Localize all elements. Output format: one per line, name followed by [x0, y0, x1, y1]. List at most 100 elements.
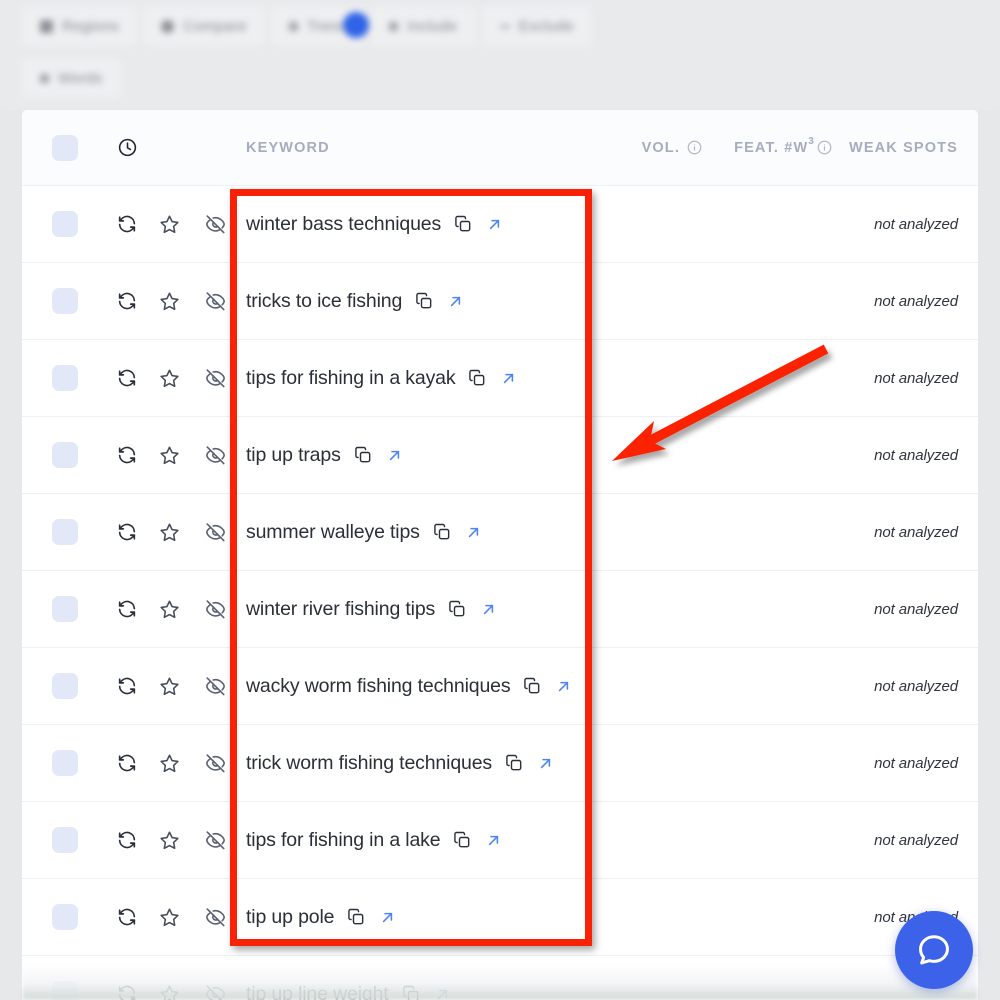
- row-keyword-cell[interactable]: tricks to ice fishing: [246, 263, 606, 339]
- row-favorite-button[interactable]: [144, 186, 194, 262]
- header-clock-column[interactable]: [102, 110, 152, 185]
- row-checkbox[interactable]: [40, 494, 90, 570]
- row-checkbox[interactable]: [40, 802, 90, 878]
- row-keyword-cell[interactable]: tip up line weight: [246, 956, 606, 1000]
- filter-chip-include[interactable]: Include: [371, 6, 475, 46]
- filter-chip-words[interactable]: Words: [22, 58, 121, 98]
- row-keyword-cell[interactable]: summer walleye tips: [246, 494, 606, 570]
- copy-icon[interactable]: [401, 984, 421, 1000]
- refresh-icon: [116, 752, 138, 774]
- copy-icon[interactable]: [414, 291, 434, 311]
- row-favorite-button[interactable]: [144, 725, 194, 801]
- table-row[interactable]: trick worm fishing techniquesnot analyze…: [22, 725, 978, 802]
- row-hide-button[interactable]: [190, 648, 240, 724]
- row-feat-cell: [692, 263, 832, 339]
- row-weak-spots-cell: not analyzed: [822, 340, 958, 416]
- external-link-icon[interactable]: [465, 524, 482, 541]
- table-row[interactable]: tip up polenot analyzed: [22, 879, 978, 956]
- row-favorite-button[interactable]: [144, 417, 194, 493]
- row-checkbox[interactable]: [40, 956, 90, 1000]
- row-keyword-cell[interactable]: winter river fishing tips: [246, 571, 606, 647]
- row-keyword-cell[interactable]: winter bass techniques: [246, 186, 606, 262]
- row-favorite-button[interactable]: [144, 340, 194, 416]
- chat-support-button[interactable]: [895, 911, 973, 989]
- row-feat-cell: [692, 417, 832, 493]
- keyword-text: tips for fishing in a lake: [246, 829, 440, 852]
- header-vol[interactable]: VOL.: [582, 110, 702, 185]
- copy-icon[interactable]: [452, 830, 472, 850]
- external-link-icon[interactable]: [386, 447, 403, 464]
- row-hide-button[interactable]: [190, 494, 240, 570]
- row-favorite-button[interactable]: [144, 879, 194, 955]
- filter-chip-trend[interactable]: Trend: [271, 6, 365, 46]
- copy-icon[interactable]: [453, 214, 473, 234]
- table-row[interactable]: winter bass techniquesnot analyzed: [22, 186, 978, 263]
- external-link-icon[interactable]: [500, 370, 517, 387]
- header-keyword[interactable]: KEYWORD: [246, 110, 546, 185]
- refresh-icon: [116, 675, 138, 697]
- filter-toolbar-row-1: Regions Compare Trend Include Exclude: [0, 0, 1000, 52]
- row-favorite-button[interactable]: [144, 494, 194, 570]
- copy-icon[interactable]: [346, 907, 366, 927]
- table-row[interactable]: winter river fishing tipsnot analyzed: [22, 571, 978, 648]
- copy-icon[interactable]: [504, 753, 524, 773]
- row-favorite-button[interactable]: [144, 648, 194, 724]
- filter-chip-regions[interactable]: Regions: [22, 6, 137, 46]
- row-checkbox[interactable]: [40, 648, 90, 724]
- row-favorite-button[interactable]: [144, 802, 194, 878]
- header-weak-spots[interactable]: WEAK SPOTS: [822, 110, 958, 185]
- external-link-icon[interactable]: [447, 293, 464, 310]
- row-keyword-cell[interactable]: wacky worm fishing techniques: [246, 648, 606, 724]
- table-row[interactable]: tips for fishing in a lakenot analyzed: [22, 802, 978, 879]
- row-checkbox[interactable]: [40, 725, 90, 801]
- row-keyword-cell[interactable]: trick worm fishing techniques: [246, 725, 606, 801]
- row-hide-button[interactable]: [190, 186, 240, 262]
- row-hide-button[interactable]: [190, 879, 240, 955]
- external-link-icon[interactable]: [379, 909, 396, 926]
- row-checkbox[interactable]: [40, 340, 90, 416]
- checkbox-box: [52, 365, 78, 391]
- row-keyword-cell[interactable]: tip up traps: [246, 417, 606, 493]
- row-favorite-button[interactable]: [144, 571, 194, 647]
- table-row[interactable]: summer walleye tipsnot analyzed: [22, 494, 978, 571]
- row-hide-button[interactable]: [190, 571, 240, 647]
- row-hide-button[interactable]: [190, 725, 240, 801]
- table-row[interactable]: tip up trapsnot analyzed: [22, 417, 978, 494]
- row-hide-button[interactable]: [190, 417, 240, 493]
- external-link-icon[interactable]: [555, 678, 572, 695]
- row-keyword-cell[interactable]: tips for fishing in a kayak: [246, 340, 606, 416]
- external-link-icon[interactable]: [485, 832, 502, 849]
- copy-icon[interactable]: [353, 445, 373, 465]
- row-hide-button[interactable]: [190, 956, 240, 1000]
- select-all-checkbox[interactable]: [40, 110, 90, 185]
- filter-chip-exclude[interactable]: Exclude: [482, 6, 592, 46]
- row-hide-button[interactable]: [190, 340, 240, 416]
- filter-chip-compare[interactable]: Compare: [143, 6, 265, 46]
- external-link-icon[interactable]: [434, 986, 451, 1000]
- external-link-icon[interactable]: [537, 755, 554, 772]
- row-keyword-cell[interactable]: tips for fishing in a lake: [246, 802, 606, 878]
- row-checkbox[interactable]: [40, 879, 90, 955]
- external-link-icon[interactable]: [486, 216, 503, 233]
- copy-icon[interactable]: [522, 676, 542, 696]
- header-featured-snippets[interactable]: FEAT. #W 3: [692, 110, 832, 185]
- copy-icon[interactable]: [447, 599, 467, 619]
- row-hide-button[interactable]: [190, 263, 240, 339]
- row-checkbox[interactable]: [40, 263, 90, 339]
- table-row[interactable]: tip up line weight: [22, 956, 978, 1000]
- filter-toolbar[interactable]: Regions Compare Trend Include Exclude: [0, 0, 1000, 110]
- row-checkbox[interactable]: [40, 186, 90, 262]
- row-favorite-button[interactable]: [144, 263, 194, 339]
- external-link-icon[interactable]: [480, 601, 497, 618]
- table-row[interactable]: tricks to ice fishingnot analyzed: [22, 263, 978, 340]
- table-row[interactable]: tips for fishing in a kayak not analyzed: [22, 340, 978, 417]
- row-favorite-button[interactable]: [144, 956, 194, 1000]
- row-keyword-cell[interactable]: tip up pole: [246, 879, 606, 955]
- copy-icon[interactable]: [432, 522, 452, 542]
- row-checkbox[interactable]: [40, 571, 90, 647]
- table-row[interactable]: wacky worm fishing techniquesnot analyze…: [22, 648, 978, 725]
- copy-icon[interactable]: [467, 368, 487, 388]
- row-checkbox[interactable]: [40, 417, 90, 493]
- row-feat-cell: [692, 725, 832, 801]
- row-hide-button[interactable]: [190, 802, 240, 878]
